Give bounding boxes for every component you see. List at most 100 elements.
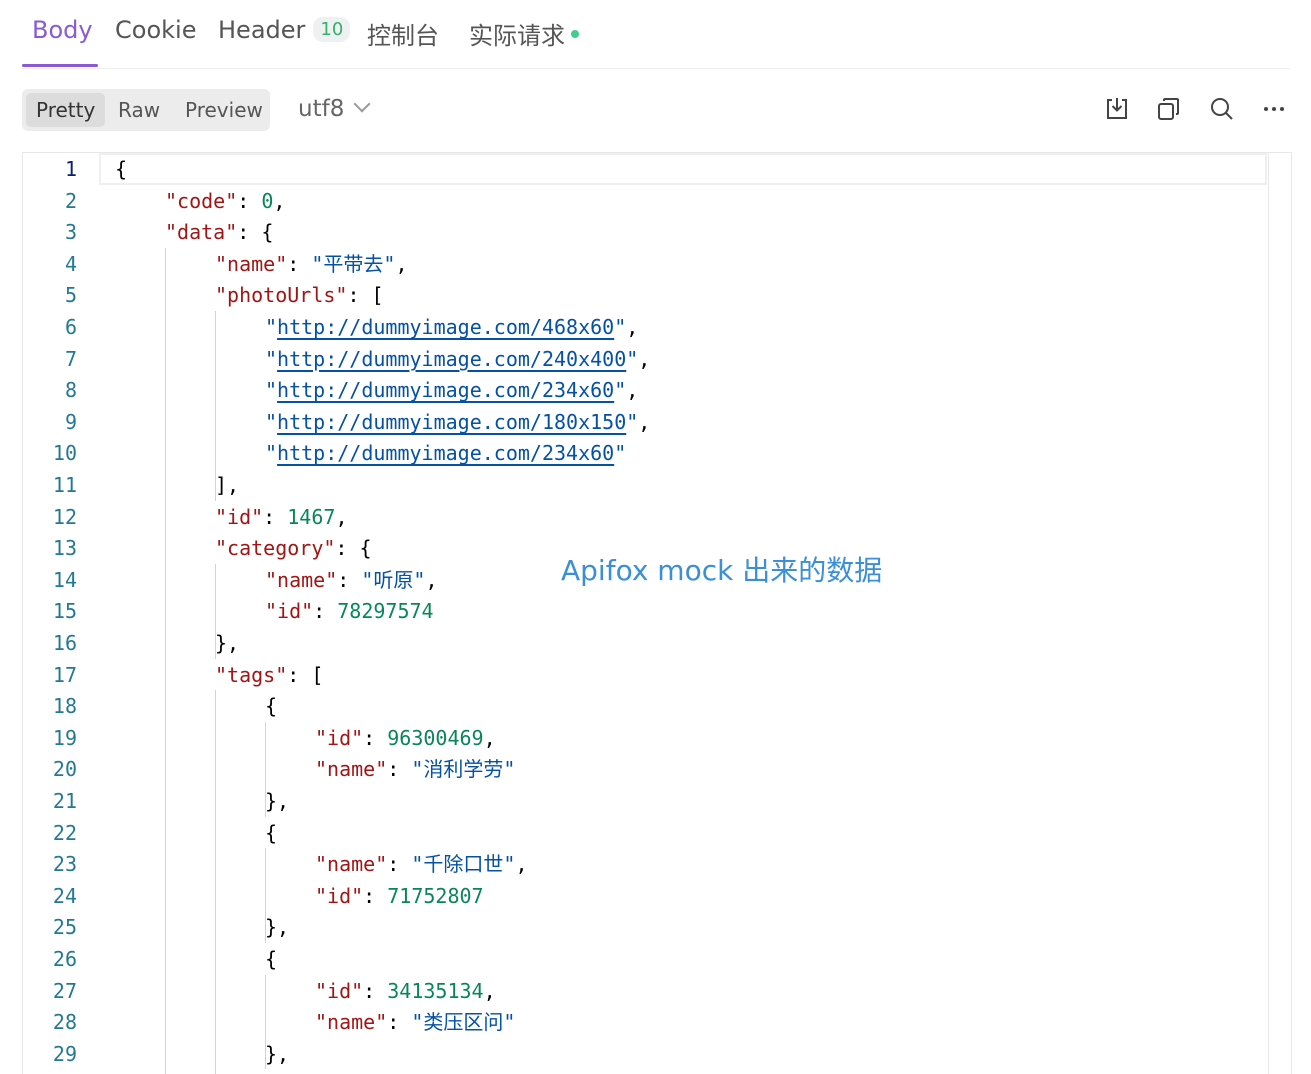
code-token: { xyxy=(265,947,278,971)
tab-body[interactable]: Body xyxy=(32,16,93,44)
code-line: 19 "id": 96300469, xyxy=(23,722,1263,754)
code-token: "photoUrls" xyxy=(215,283,348,308)
line-number: 9 xyxy=(64,409,77,434)
code-token: , xyxy=(483,978,496,1003)
code-token: " xyxy=(626,346,639,371)
more-icon[interactable] xyxy=(1260,95,1288,123)
copy-icon[interactable] xyxy=(1155,95,1183,123)
code-token: " xyxy=(265,409,278,434)
url-link[interactable]: http://dummyimage.com/234x60 xyxy=(277,441,614,465)
code-line: 17 "tags": [ xyxy=(23,659,1263,691)
code-token: "id" xyxy=(315,883,364,908)
code-token: 0 xyxy=(261,188,274,213)
code-token: " xyxy=(614,441,627,466)
line-number: 1 xyxy=(64,157,77,181)
code-token: : xyxy=(387,1010,412,1035)
line-number: 19 xyxy=(52,725,77,750)
code-token: "平带去" xyxy=(311,251,396,276)
url-link[interactable]: http://dummyimage.com/180x150 xyxy=(277,410,626,434)
code-line: 24 "id": 71752807 xyxy=(23,880,1263,912)
code-line: 4 "name": "平带去", xyxy=(23,248,1263,280)
line-number: 17 xyxy=(52,662,77,687)
code-token: "name" xyxy=(265,567,338,592)
code-token: ], xyxy=(215,473,240,497)
url-link[interactable]: http://dummyimage.com/234x60 xyxy=(277,378,614,402)
code-line: 12 "id": 1467, xyxy=(23,501,1263,533)
code-token: , xyxy=(483,725,496,750)
code-token: "tags" xyxy=(215,662,288,687)
url-link[interactable]: http://dummyimage.com/240x400 xyxy=(277,347,626,371)
line-number: 6 xyxy=(64,315,77,339)
code-token: , xyxy=(425,567,438,592)
code-content: "http://dummyimage.com/468x60", xyxy=(265,311,638,343)
download-icon[interactable] xyxy=(1103,95,1131,123)
code-editor[interactable]: 1{2 "code": 0, 3 "data": {4 "name": "平带去", 5 "… xyxy=(22,152,1292,1074)
code-line: 20 "name": "消利学劳" xyxy=(23,753,1263,785)
encoding-select[interactable]: utf8 xyxy=(298,95,371,122)
code-token: , xyxy=(515,852,528,877)
code-content: "id": 78297574 xyxy=(265,595,434,627)
code-content: "name": "听原", xyxy=(265,564,437,596)
code-content: "data": { xyxy=(165,216,273,248)
code-line: 8 "http://dummyimage.com/234x60", xyxy=(23,374,1263,406)
encoding-value: utf8 xyxy=(298,96,345,122)
code-token: : { xyxy=(335,536,372,561)
tab-console[interactable]: 控制台 xyxy=(367,16,439,51)
code-line: 11], xyxy=(23,469,1263,501)
line-number: 12 xyxy=(52,504,77,529)
code-content: { xyxy=(265,817,277,849)
code-token: " xyxy=(265,315,278,339)
code-line: 28 "name": "类压区问" xyxy=(23,1006,1263,1038)
tab-active-indicator xyxy=(22,64,98,67)
code-token: : xyxy=(363,883,388,908)
code-line: 7 "http://dummyimage.com/240x400", xyxy=(23,343,1263,375)
line-number: 21 xyxy=(52,789,77,813)
code-token: : xyxy=(287,251,312,276)
preview-button[interactable]: Preview xyxy=(175,93,273,127)
code-token: 34135134 xyxy=(387,978,484,1003)
code-token: : xyxy=(387,757,412,782)
tab-actual-request[interactable]: 实际请求 xyxy=(469,16,579,51)
tab-header[interactable]: Header 10 xyxy=(218,16,351,44)
code-token: " xyxy=(626,409,639,434)
code-token: , xyxy=(395,251,408,276)
code-token: , xyxy=(273,188,286,213)
code-content: }, xyxy=(265,785,289,817)
line-number: 20 xyxy=(52,757,77,782)
code-content: "name": "类压区问" xyxy=(315,1006,515,1038)
code-line: 18 { xyxy=(23,690,1263,722)
code-line: 25}, xyxy=(23,911,1263,943)
tab-cookie[interactable]: Cookie xyxy=(115,16,196,44)
code-content: "name": "千除口世", xyxy=(315,848,527,880)
code-content: "http://dummyimage.com/234x60", xyxy=(265,374,638,406)
code-content: "name": "平带去", xyxy=(215,248,407,280)
status-dot-icon xyxy=(571,30,579,38)
code-token: "name" xyxy=(315,757,388,782)
code-content: }, xyxy=(265,1038,289,1070)
code-token: "id" xyxy=(315,725,364,750)
code-content: "id": 96300469, xyxy=(315,722,496,754)
code-line: 16}, xyxy=(23,627,1263,659)
code-token: "name" xyxy=(215,251,288,276)
code-content: "name": "消利学劳" xyxy=(315,753,515,785)
annotation-text: Apifox mock 出来的数据 xyxy=(561,554,883,587)
pretty-button[interactable]: Pretty xyxy=(26,93,106,127)
code-content: "id": 34135134, xyxy=(315,975,496,1007)
code-content: "category": { xyxy=(215,532,372,564)
line-number: 10 xyxy=(52,441,77,466)
code-token: "name" xyxy=(315,852,388,877)
code-line: 22 { xyxy=(23,817,1263,849)
code-content: "id": 71752807 xyxy=(315,880,484,912)
url-link[interactable]: http://dummyimage.com/468x60 xyxy=(277,315,614,339)
code-line: 10 "http://dummyimage.com/234x60" xyxy=(23,437,1263,469)
code-token: " xyxy=(265,346,278,371)
code-content: "http://dummyimage.com/180x150", xyxy=(265,406,650,438)
chevron-down-icon xyxy=(353,95,371,113)
search-icon[interactable] xyxy=(1208,95,1236,123)
raw-button[interactable]: Raw xyxy=(108,93,170,127)
line-number: 18 xyxy=(52,694,77,719)
code-token: 96300469 xyxy=(387,725,484,750)
vertical-scrollbar-track[interactable] xyxy=(1268,153,1269,1074)
code-content: "http://dummyimage.com/234x60" xyxy=(265,437,626,469)
code-token: "code" xyxy=(165,188,238,213)
